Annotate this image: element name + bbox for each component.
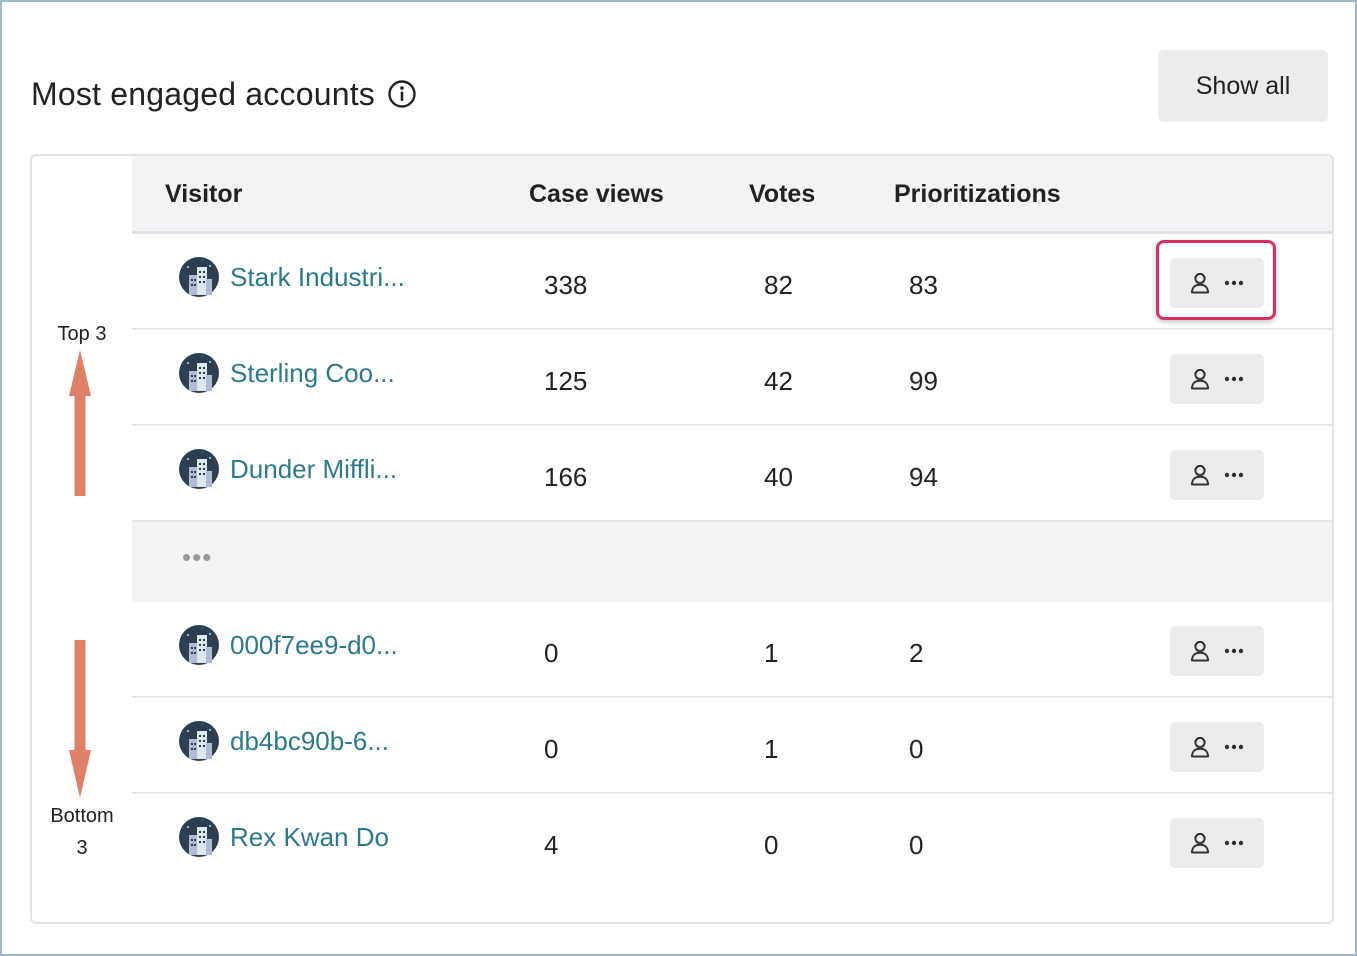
building-avatar-icon xyxy=(179,721,219,761)
column-header-prioritizations: Prioritizations xyxy=(894,180,1061,208)
votes-value: 40 xyxy=(764,462,793,492)
person-icon[interactable] xyxy=(1190,368,1210,390)
table-row: 000f7ee9-d0... 0 1 2 xyxy=(132,602,1332,698)
votes-value: 82 xyxy=(764,270,793,300)
account-link[interactable]: Sterling Coo... xyxy=(230,358,395,389)
account-link[interactable]: db4bc90b-6... xyxy=(230,726,389,757)
column-header-visitor: Visitor xyxy=(165,180,243,208)
building-avatar-icon xyxy=(179,449,219,489)
table-row: Sterling Coo... 125 42 99 xyxy=(132,330,1332,426)
accounts-table-card: Visitor Case views Votes Prioritizations… xyxy=(30,154,1334,924)
votes-value: 1 xyxy=(764,734,779,764)
account-link[interactable]: Dunder Miffli... xyxy=(230,454,397,485)
person-icon[interactable] xyxy=(1190,832,1210,854)
case-views-value: 166 xyxy=(544,462,588,492)
account-link[interactable]: Stark Industri... xyxy=(230,262,405,293)
up-arrow-icon xyxy=(69,350,91,496)
prioritizations-value: 83 xyxy=(909,270,938,300)
table-row: Rex Kwan Do 4 0 0 xyxy=(132,794,1332,890)
page-frame: Most engaged accounts Show all Visitor C… xyxy=(0,0,1357,956)
prioritizations-value: 0 xyxy=(909,830,924,860)
building-avatar-icon xyxy=(179,353,219,393)
show-all-button[interactable]: Show all xyxy=(1158,50,1328,122)
more-dots-icon[interactable] xyxy=(1224,648,1244,654)
bottom-3-label: Bottom 3 xyxy=(42,800,122,864)
table-row: Dunder Miffli... 166 40 94 xyxy=(132,426,1332,522)
row-actions-button[interactable] xyxy=(1170,818,1264,868)
table-header: Visitor Case views Votes Prioritizations xyxy=(132,156,1332,234)
more-dots-icon[interactable] xyxy=(1224,280,1244,286)
building-avatar-icon xyxy=(179,625,219,665)
bottom-label-line-1: Bottom xyxy=(50,805,114,827)
info-icon[interactable] xyxy=(387,79,417,109)
down-arrow-icon xyxy=(69,640,91,798)
case-views-value: 125 xyxy=(544,366,588,396)
more-dots-icon[interactable] xyxy=(1224,472,1244,478)
row-actions-button[interactable] xyxy=(1170,450,1264,500)
column-header-votes: Votes xyxy=(749,180,816,208)
bottom-label-line-2: 3 xyxy=(76,837,88,859)
case-views-value: 0 xyxy=(544,734,559,764)
section-title: Most engaged accounts xyxy=(31,75,375,112)
section-header: Most engaged accounts xyxy=(31,70,417,118)
person-icon[interactable] xyxy=(1190,736,1210,758)
votes-value: 1 xyxy=(764,638,779,668)
building-avatar-icon xyxy=(179,257,219,297)
collapsed-rows-indicator: ••• xyxy=(132,522,1332,604)
more-dots-icon[interactable] xyxy=(1224,840,1244,846)
column-header-case-views: Case views xyxy=(529,180,664,208)
case-views-value: 0 xyxy=(544,638,559,668)
person-icon[interactable] xyxy=(1190,640,1210,662)
prioritizations-value: 2 xyxy=(909,638,924,668)
table-row: db4bc90b-6... 0 1 0 xyxy=(132,698,1332,794)
case-views-value: 338 xyxy=(544,270,588,300)
row-actions-button[interactable] xyxy=(1170,354,1264,404)
prioritizations-value: 0 xyxy=(909,734,924,764)
table-row: Stark Industri... 338 82 83 xyxy=(132,234,1332,330)
row-actions-button[interactable] xyxy=(1170,626,1264,676)
person-icon[interactable] xyxy=(1190,464,1210,486)
prioritizations-value: 94 xyxy=(909,462,938,492)
votes-value: 0 xyxy=(764,830,779,860)
building-avatar-icon xyxy=(179,817,219,857)
account-link[interactable]: 000f7ee9-d0... xyxy=(230,630,398,661)
row-actions-button[interactable] xyxy=(1170,258,1264,308)
prioritizations-value: 99 xyxy=(909,366,938,396)
ellipsis-indicator: ••• xyxy=(182,542,213,572)
row-actions-button[interactable] xyxy=(1170,722,1264,772)
votes-value: 42 xyxy=(764,366,793,396)
case-views-value: 4 xyxy=(544,830,559,860)
more-dots-icon[interactable] xyxy=(1224,376,1244,382)
more-dots-icon[interactable] xyxy=(1224,744,1244,750)
person-icon[interactable] xyxy=(1190,272,1210,294)
account-link[interactable]: Rex Kwan Do xyxy=(230,822,389,853)
top-3-label: Top 3 xyxy=(57,323,107,345)
